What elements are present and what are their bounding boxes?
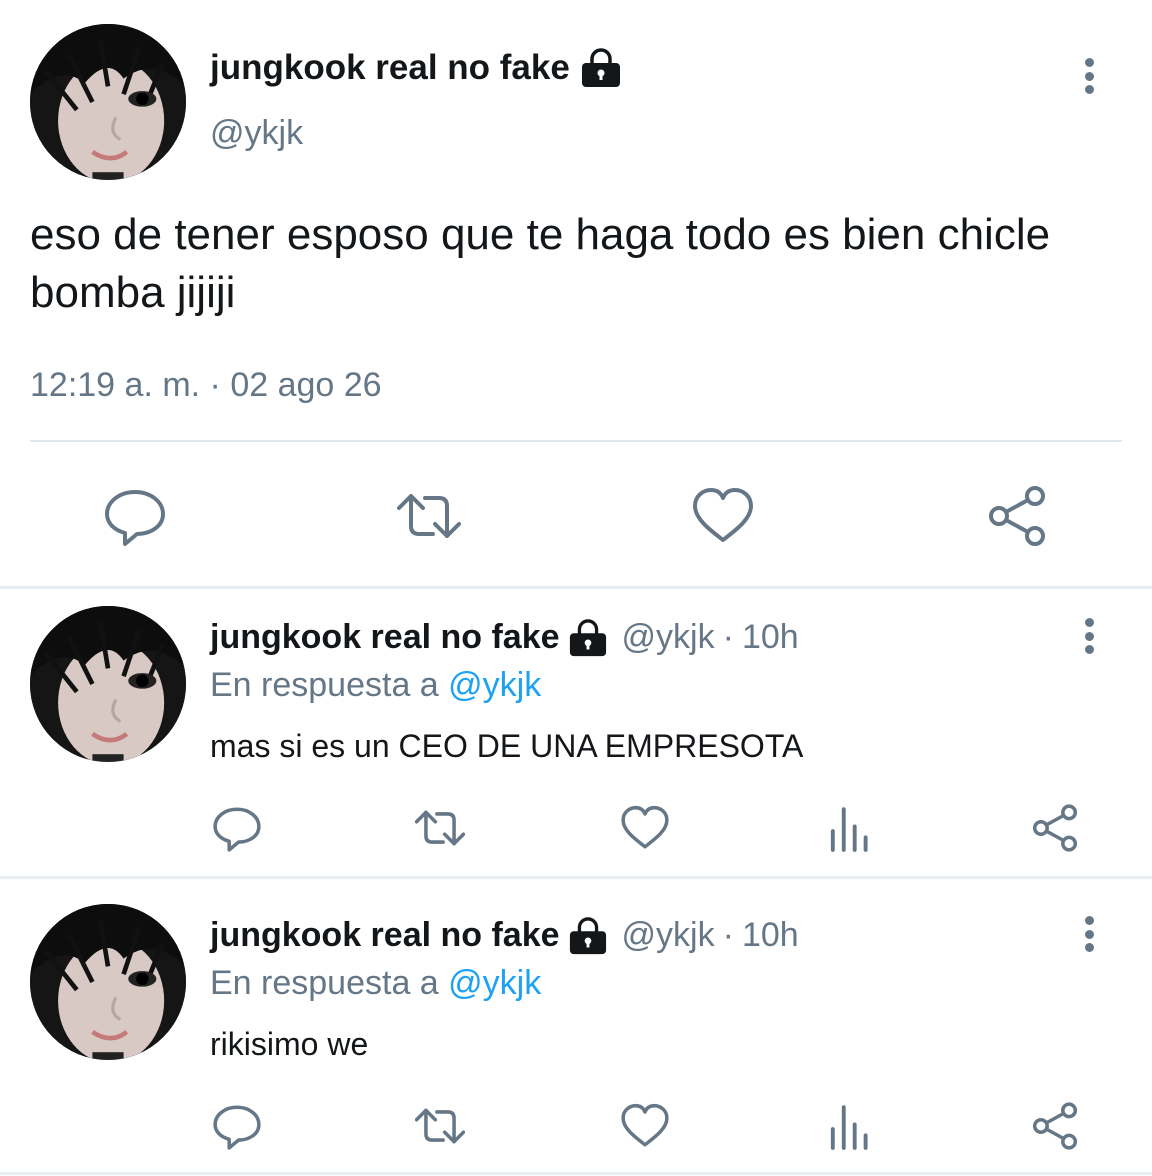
- avatar[interactable]: [30, 904, 186, 1060]
- separator-dot: ·: [722, 916, 734, 954]
- handle[interactable]: @ykjk: [622, 618, 715, 657]
- lock-icon: [580, 48, 622, 88]
- reply-context-handle-link[interactable]: @ykjk: [448, 666, 541, 704]
- separator: [0, 1172, 1152, 1175]
- display-name[interactable]: jungkook real no fake: [210, 916, 560, 955]
- reply-icon[interactable]: [103, 484, 167, 548]
- reply-tweet[interactable]: jungkook real no fake @ykjk · 10h En res…: [0, 886, 1152, 1174]
- analytics-icon[interactable]: [825, 803, 875, 853]
- more-options-icon[interactable]: [1079, 58, 1099, 94]
- reply-text: mas si es un CEO DE UNA EMPRESOTA: [210, 728, 804, 764]
- display-name[interactable]: jungkook real no fake: [210, 618, 560, 657]
- reply-context: En respuesta a @ykjk: [210, 964, 541, 1003]
- reply-context: En respuesta a @ykjk: [210, 666, 541, 705]
- like-icon[interactable]: [691, 484, 755, 548]
- reply-header: jungkook real no fake @ykjk · 10h: [210, 618, 799, 657]
- like-icon[interactable]: [620, 803, 670, 853]
- analytics-icon[interactable]: [825, 1101, 875, 1151]
- retweet-icon[interactable]: [415, 803, 465, 853]
- retweet-icon[interactable]: [397, 484, 461, 548]
- reply-context-prefix: En respuesta a: [210, 964, 439, 1002]
- share-icon[interactable]: [1030, 803, 1080, 853]
- reply-text: rikisimo we: [210, 1026, 369, 1062]
- reply-time[interactable]: 10h: [742, 916, 799, 955]
- tweet-text: eso de tener esposo que te haga todo es …: [30, 210, 1051, 317]
- share-icon[interactable]: [985, 484, 1049, 548]
- avatar[interactable]: [30, 606, 186, 762]
- lock-icon: [568, 618, 608, 657]
- reply-icon[interactable]: [212, 803, 262, 853]
- reply-tweet[interactable]: jungkook real no fake @ykjk · 10h En res…: [0, 588, 1152, 876]
- separator: [0, 876, 1152, 879]
- display-name-text[interactable]: jungkook real no fake: [210, 48, 570, 88]
- like-icon[interactable]: [620, 1101, 670, 1151]
- lock-icon: [568, 916, 608, 955]
- reply-time[interactable]: 10h: [742, 618, 799, 657]
- reply-context-prefix: En respuesta a: [210, 666, 439, 704]
- main-tweet: jungkook real no fake @ykjk eso de tener…: [0, 0, 1152, 586]
- avatar[interactable]: [30, 24, 186, 180]
- separator-dot: ·: [722, 618, 734, 656]
- handle[interactable]: @ykjk: [210, 114, 303, 153]
- retweet-icon[interactable]: [415, 1101, 465, 1151]
- handle[interactable]: @ykjk: [622, 916, 715, 955]
- tweet-timestamp[interactable]: 12:19 a. m. · 02 ago 26: [30, 366, 382, 405]
- display-name[interactable]: jungkook real no fake: [210, 48, 622, 88]
- reply-header: jungkook real no fake @ykjk · 10h: [210, 916, 799, 955]
- more-options-icon[interactable]: [1079, 618, 1099, 654]
- reply-context-handle-link[interactable]: @ykjk: [448, 964, 541, 1002]
- more-options-icon[interactable]: [1079, 916, 1099, 952]
- divider: [30, 440, 1122, 442]
- reply-icon[interactable]: [212, 1101, 262, 1151]
- share-icon[interactable]: [1030, 1101, 1080, 1151]
